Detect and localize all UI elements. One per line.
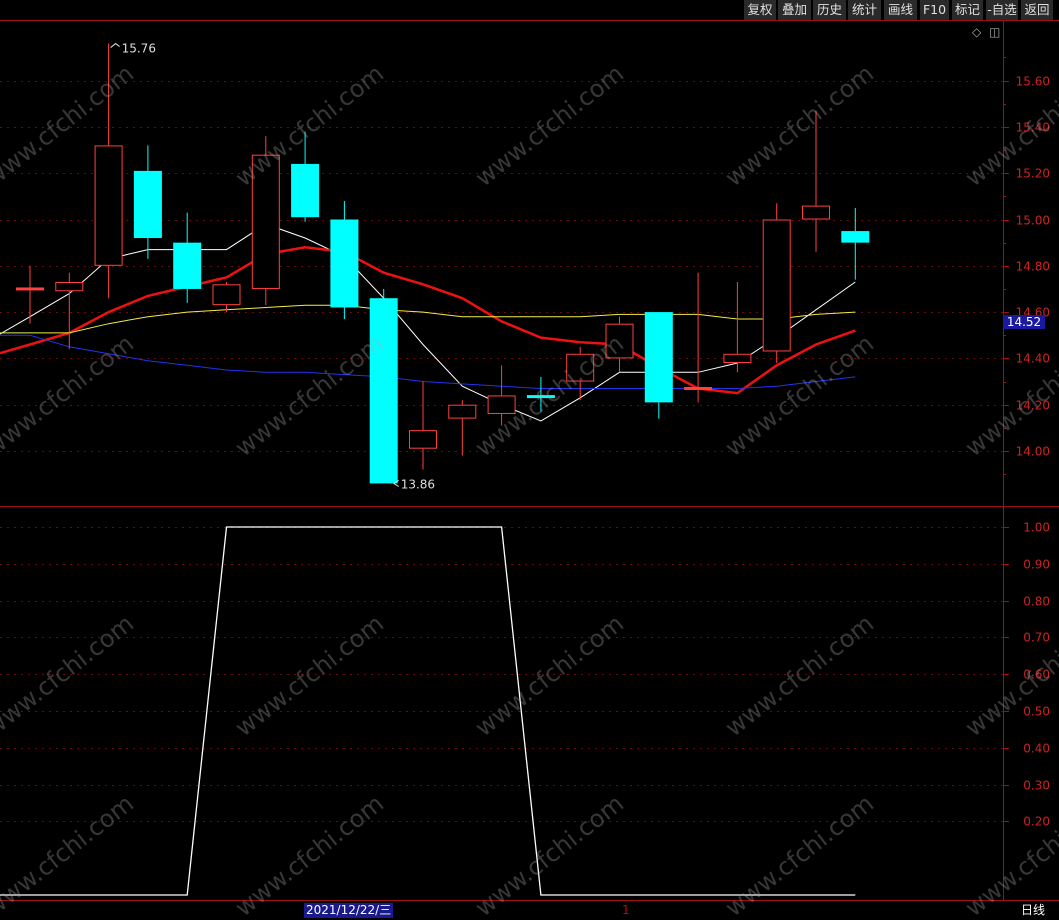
candle-body (369, 298, 398, 484)
candle-body (487, 395, 516, 414)
candle-up (448, 400, 477, 456)
diamond-icon: ◇ (972, 25, 982, 39)
candle-body (605, 323, 634, 359)
y-axes: 14.0014.2014.4014.6014.8015.0015.2015.40… (1003, 20, 1050, 900)
candle-body (94, 145, 123, 266)
osc-tick-label: 1.00 (1023, 521, 1050, 535)
candle-body (841, 231, 870, 243)
candle-body (448, 404, 477, 419)
high-price-label: 15.76 (122, 42, 156, 56)
candle-body (16, 287, 44, 291)
candle-up (212, 282, 241, 313)
candle-body (802, 205, 830, 220)
candle-body (212, 284, 241, 306)
ma-line-yellow (0, 304, 856, 334)
candle-down (369, 288, 398, 484)
osc-tick-label: 0.70 (1023, 631, 1050, 645)
osc-tick-label: 0.50 (1023, 705, 1050, 719)
osc-tick-label: 0.80 (1023, 595, 1050, 609)
price-tick-label: 14.00 (1016, 445, 1050, 459)
date-label: 2021/12/22/三 (304, 903, 394, 918)
candle-body (55, 282, 84, 292)
candle-down (841, 207, 870, 280)
osc-tick-label: 0.30 (1023, 779, 1050, 793)
candle-up (762, 203, 791, 364)
candle-body (291, 163, 320, 218)
last-price-tag: 14.52 (1003, 315, 1045, 329)
low-price-label: 13.86 (401, 477, 435, 491)
price-tick-label: 15.00 (1016, 214, 1050, 228)
osc-tick-label: 0.60 (1023, 668, 1050, 682)
grid (0, 20, 1059, 901)
candle-body (684, 386, 713, 390)
panel-toggle-icon: ◫ (989, 25, 1000, 39)
candle-body (409, 430, 437, 449)
candles (16, 43, 870, 484)
candle-up (487, 365, 516, 426)
price-tick-label: 15.60 (1016, 75, 1050, 89)
candle-up (251, 136, 280, 306)
moving-averages (0, 223, 856, 422)
candle-up (605, 316, 634, 373)
candle-down (330, 200, 359, 320)
candle-body (644, 312, 673, 403)
price-tick-label: 15.20 (1016, 167, 1050, 181)
candle-down (133, 145, 162, 259)
price-tick-label: 14.20 (1016, 399, 1050, 413)
candle-body (330, 219, 359, 308)
price-tick-label: 14.80 (1016, 260, 1050, 274)
osc-tick-label: 0.20 (1023, 815, 1050, 829)
candle-body (723, 353, 752, 364)
candle-body (566, 353, 595, 382)
candle-body (762, 219, 791, 352)
candle-body (133, 170, 162, 239)
candle-body (251, 154, 280, 289)
price-tick-label: 14.40 (1016, 352, 1050, 366)
period-label[interactable]: 日线 (1021, 903, 1045, 918)
osc-tick-label: 0.40 (1023, 742, 1050, 756)
candle-up (409, 381, 437, 470)
candle-down (644, 312, 673, 419)
candle-body (173, 242, 202, 289)
high-marker-arrow (110, 42, 120, 48)
candle-body (526, 395, 555, 399)
cursor-mark: 1 (622, 903, 630, 917)
price-tick-label: 15.40 (1016, 121, 1050, 135)
chart-canvas[interactable]: 14.0014.2014.4014.6014.8015.0015.2015.40… (0, 0, 1059, 920)
candle-up (723, 282, 752, 373)
candle-down (291, 131, 320, 222)
candle-down (526, 376, 555, 412)
candle-up (16, 265, 44, 324)
candle-up (55, 272, 84, 350)
bottom-bar (0, 901, 1059, 920)
annotations: 15.76 13.86 ◇ ◫ (110, 25, 1000, 491)
osc-tick-label: 0.90 (1023, 558, 1050, 572)
candle-up (802, 110, 830, 252)
